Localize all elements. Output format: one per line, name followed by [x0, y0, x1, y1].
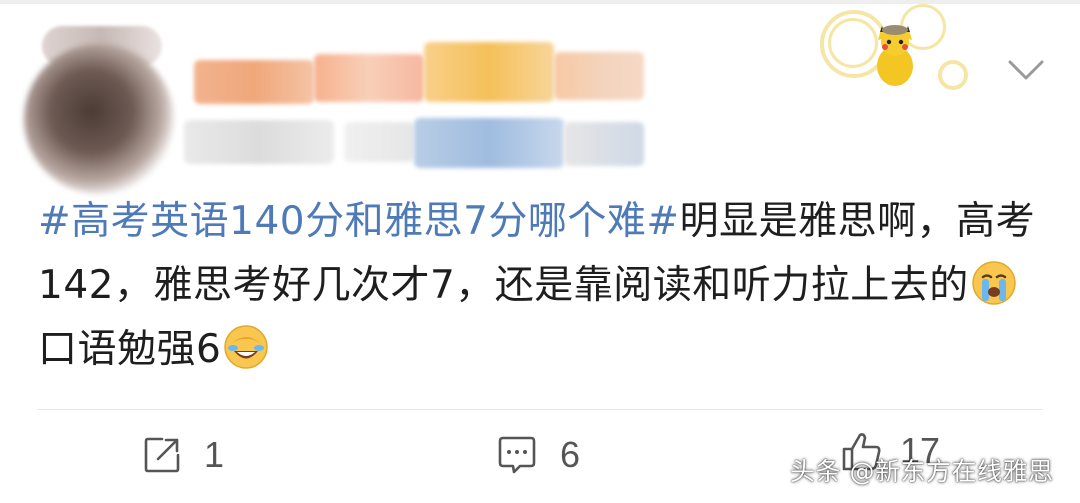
action-bar-divider	[38, 409, 1042, 410]
repost-count: 1	[204, 434, 225, 475]
comment-count: 6	[560, 434, 581, 475]
comment-icon	[498, 436, 536, 474]
username-blur	[424, 42, 554, 102]
timestamp-blur	[344, 122, 414, 162]
post-text-part2: 口语勉强6	[38, 327, 222, 372]
avatar[interactable]	[24, 44, 174, 194]
share-icon	[144, 437, 180, 473]
laughing-cover-face-emoji	[224, 325, 269, 369]
user-header-obscured[interactable]	[14, 22, 654, 194]
comment-button[interactable]: 6	[496, 430, 580, 480]
crying-face-emoji	[972, 261, 1016, 305]
source-blur	[564, 122, 644, 166]
source-watermark: 头条 @新东方在线雅思	[790, 457, 1054, 486]
source-blur	[414, 118, 564, 168]
username-blur	[314, 54, 424, 102]
card-decoration-image	[820, 4, 980, 96]
repost-button[interactable]: 1	[142, 430, 224, 480]
chevron-down-icon[interactable]	[1004, 52, 1048, 88]
timestamp-blur	[184, 120, 334, 164]
username-blur	[194, 60, 314, 104]
post-text: #高考英语140分和雅思7分哪个难#明显是雅思啊，高考142，雅思考好几次才7，…	[38, 190, 1048, 382]
username-blur	[554, 52, 644, 100]
pikachu-icon	[877, 25, 913, 86]
hashtag-link[interactable]: #高考英语140分和雅思7分哪个难#	[38, 199, 680, 244]
